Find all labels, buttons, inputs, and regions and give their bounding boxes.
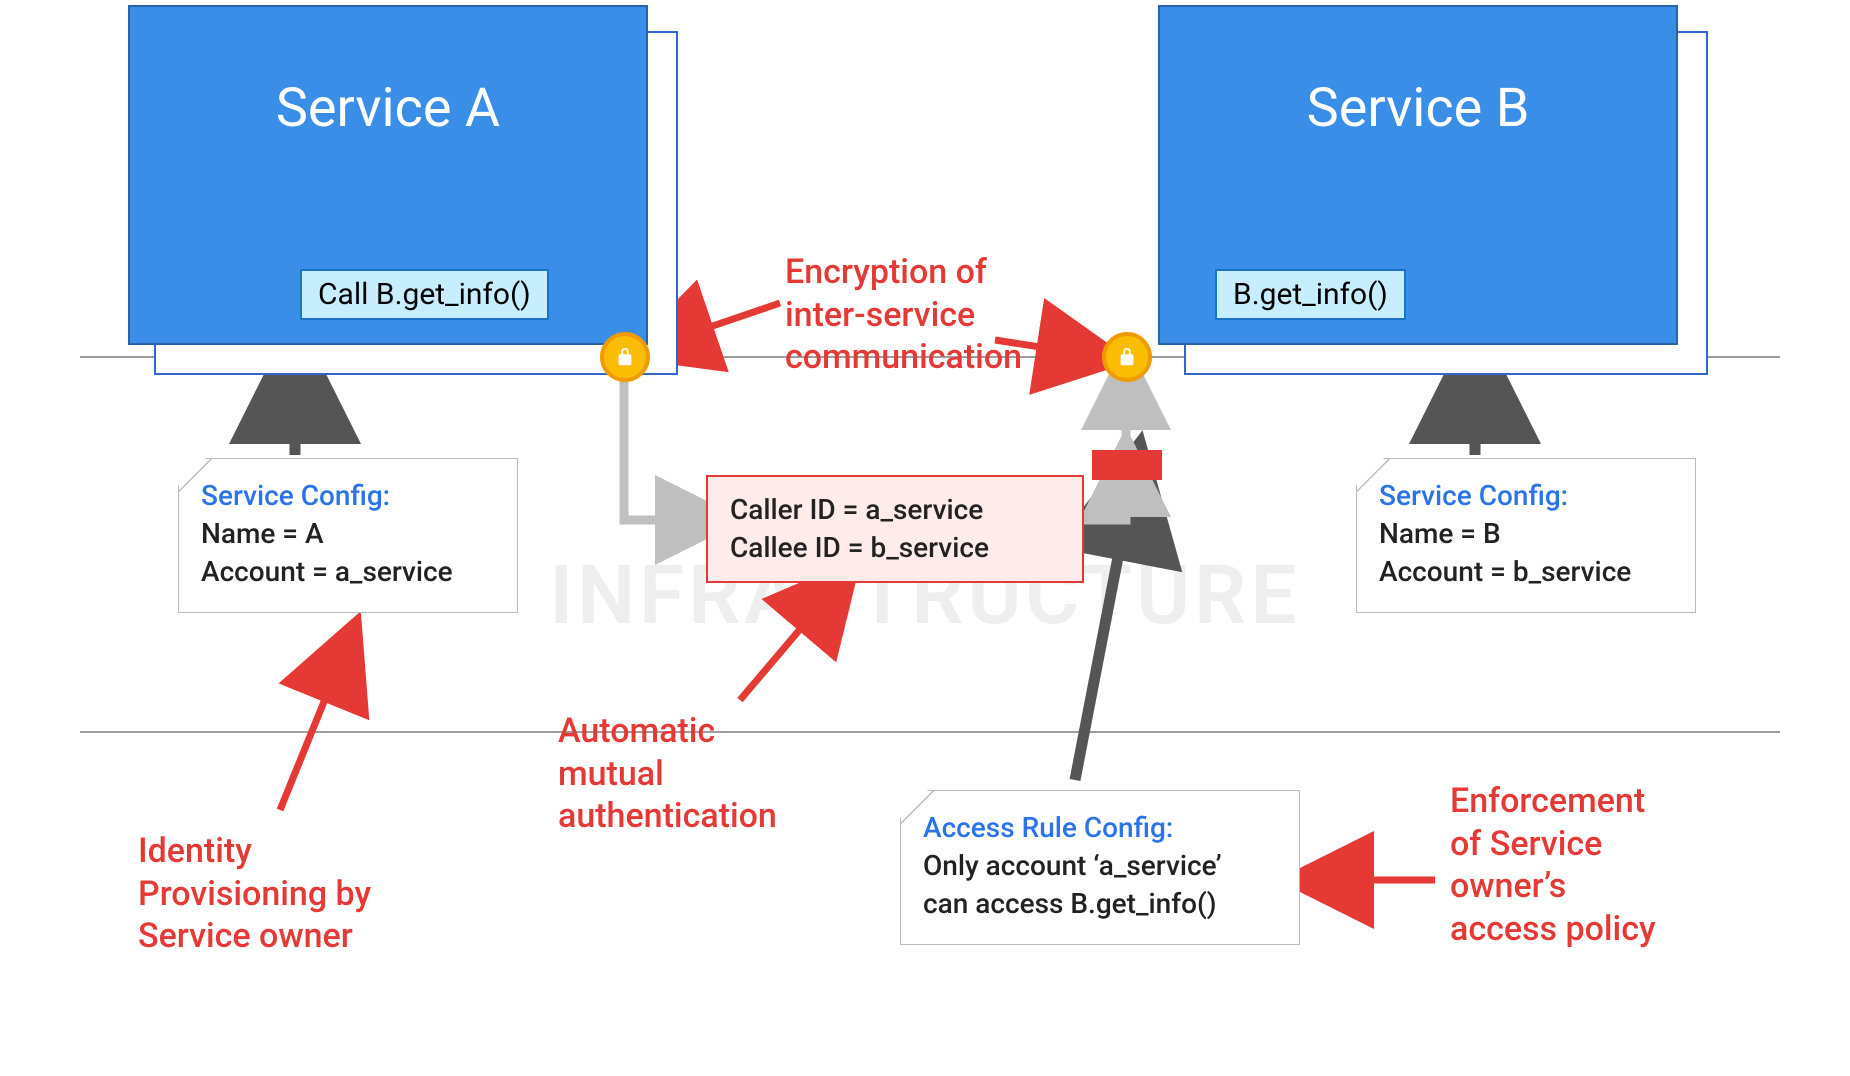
lock-icon-right [1102, 332, 1152, 382]
policy-gate-block [1092, 450, 1162, 480]
service-config-b-note: Service Config: Name = B Account = b_ser… [1356, 458, 1696, 613]
access-rule-line2: can access B.get_info() [923, 885, 1277, 923]
mutual-auth-annotation: Automatic mutual authentication [558, 710, 777, 838]
service-config-b-name: Name = B [1379, 515, 1673, 553]
service-b-call-box: B.get_info() [1215, 269, 1406, 320]
callee-id-line: Callee ID = b_service [730, 529, 1060, 567]
service-config-a-account: Account = a_service [201, 553, 495, 591]
service-b-title: Service B [1160, 77, 1676, 140]
service-config-b-title: Service Config: [1379, 477, 1673, 515]
access-rule-note: Access Rule Config: Only account ‘a_serv… [900, 790, 1300, 945]
caller-callee-id-box: Caller ID = a_service Callee ID = b_serv… [706, 475, 1084, 583]
encryption-annotation: Encryption of inter-service communicatio… [785, 251, 1022, 379]
enforcement-annotation: Enforcement of Service owner’s access po… [1450, 780, 1656, 950]
access-rule-title: Access Rule Config: [923, 809, 1277, 847]
service-config-a-title: Service Config: [201, 477, 495, 515]
identity-provisioning-annotation: Identity Provisioning by Service owner [138, 830, 371, 958]
service-config-a-name: Name = A [201, 515, 495, 553]
caller-id-line: Caller ID = a_service [730, 491, 1060, 529]
service-a-call-box: Call B.get_info() [300, 269, 549, 320]
service-config-b-account: Account = b_service [1379, 553, 1673, 591]
service-config-a-note: Service Config: Name = A Account = a_ser… [178, 458, 518, 613]
divider-line-bottom [80, 731, 1780, 733]
access-rule-line1: Only account ‘a_service’ [923, 847, 1277, 885]
service-a-title: Service A [130, 77, 646, 140]
lock-icon-left [600, 332, 650, 382]
